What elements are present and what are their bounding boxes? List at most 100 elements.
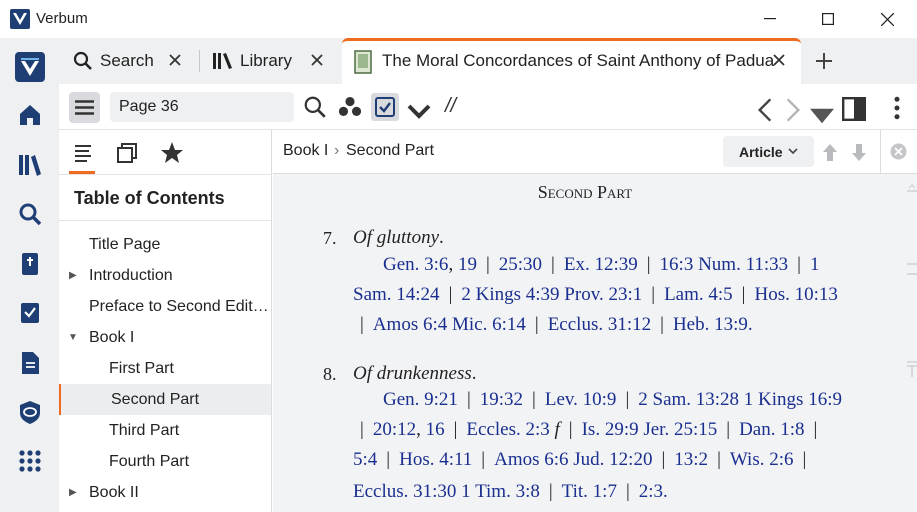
document-icon[interactable] xyxy=(17,350,43,376)
scripture-link[interactable]: 13:2 xyxy=(674,449,708,470)
maximize-button[interactable] xyxy=(799,0,857,38)
toc-item-third-part[interactable]: Third Part xyxy=(59,415,271,446)
entry-title-punct: . xyxy=(471,363,477,384)
star-icon[interactable] xyxy=(159,140,185,166)
scripture-link[interactable]: 25:30 xyxy=(499,254,542,275)
reference-line: Ecclus. 31:30 1 Tim. 3:8 | Tit. 1:7 | 2:3. xyxy=(353,481,668,502)
layout-panel-icon[interactable] xyxy=(842,97,866,121)
close-icon[interactable] xyxy=(771,52,787,68)
new-tab-plus-icon[interactable] xyxy=(815,52,833,70)
book-icon xyxy=(354,50,372,74)
copies-icon[interactable] xyxy=(114,140,140,166)
scripture-link[interactable]: Hos. 4:11 xyxy=(399,449,472,470)
scripture-link[interactable]: 19:32 xyxy=(480,389,523,410)
scripture-link[interactable]: 1 xyxy=(810,254,820,275)
scripture-link[interactable]: 20:12 xyxy=(373,419,416,440)
history-dropdown-icon[interactable] xyxy=(810,104,834,128)
scripture-link[interactable]: 16 xyxy=(426,419,445,440)
page-reference-input[interactable] xyxy=(110,92,294,122)
scripture-link[interactable]: Gen. 9:21 xyxy=(383,389,458,410)
scripture-link[interactable]: Ex. 12:39 xyxy=(564,254,638,275)
next-section-arrow-icon[interactable] xyxy=(851,143,867,162)
app-window: Verbum Search Library The Moral Concorda… xyxy=(0,0,917,512)
scripture-link[interactable]: 16:3 Num. 11:33 xyxy=(660,254,789,275)
tab-library[interactable]: Library xyxy=(200,38,341,84)
scripture-link[interactable]: Amos 6:4 Mic. 6:14 xyxy=(373,314,526,335)
toc-item-label: Book I xyxy=(89,329,135,346)
visual-filters-icon[interactable] xyxy=(338,95,362,119)
toc-item-book-ii[interactable]: ▶ Book II xyxy=(59,477,271,508)
close-icon[interactable] xyxy=(309,52,325,68)
minimize-button[interactable] xyxy=(741,0,799,38)
panel-menu-button[interactable] xyxy=(69,92,100,123)
parallel-resources-button[interactable]: // xyxy=(445,95,456,118)
toc-item-preface[interactable]: Preface to Second Edit… xyxy=(59,291,271,322)
expand-arrow-icon[interactable]: ▶ xyxy=(69,477,77,508)
close-icon[interactable] xyxy=(167,52,183,68)
toc-item-second-part[interactable]: Second Part xyxy=(59,384,271,415)
left-rail xyxy=(0,38,59,512)
scripture-link[interactable]: Heb. 13:9 xyxy=(673,314,748,335)
scripture-link[interactable]: 5:4 xyxy=(353,449,377,470)
library-rail-icon[interactable] xyxy=(17,152,43,178)
checklist-icon[interactable] xyxy=(17,300,43,326)
breadcrumb-second-part[interactable]: Second Part xyxy=(346,142,434,160)
scripture-link[interactable]: Wis. 2:6 xyxy=(730,449,794,470)
window-title: Verbum xyxy=(36,10,88,27)
apps-grid-icon[interactable] xyxy=(17,448,43,474)
toc-item-label: First Part xyxy=(109,360,174,377)
scripture-link[interactable]: Is. 29:9 Jer. 25:15 xyxy=(582,419,718,440)
hamburger-icon xyxy=(75,100,94,115)
collapse-arrow-icon[interactable]: ▼ xyxy=(68,322,78,353)
scripture-link[interactable]: Amos 6:6 Jud. 12:20 xyxy=(494,449,652,470)
tab-library-label: Library xyxy=(240,51,292,70)
scripture-link[interactable]: Tit. 1:7 xyxy=(562,481,617,502)
more-options-icon[interactable] xyxy=(885,96,909,120)
scripture-link[interactable]: Eccles. 2:3 xyxy=(466,419,549,440)
scripture-link[interactable]: Ecclus. 31:12 xyxy=(548,314,651,335)
search-in-book-icon[interactable] xyxy=(303,95,327,119)
comma: , xyxy=(448,254,458,275)
verbum-home-logo-icon[interactable] xyxy=(15,52,45,82)
toc-header: Table of Contents xyxy=(59,174,272,221)
toc-item-first-part[interactable]: First Part xyxy=(59,353,271,384)
toc-item-book-i[interactable]: ▼ Book I xyxy=(59,322,271,353)
scripture-link[interactable]: Ecclus. 31:30 1 Tim. 3:8 xyxy=(353,481,540,502)
bible-icon[interactable] xyxy=(17,251,43,277)
tab-moral-concordances[interactable]: The Moral Concordances of Saint Anthony … xyxy=(342,38,801,84)
close-window-button[interactable] xyxy=(858,0,916,38)
search-rail-icon[interactable] xyxy=(17,201,43,227)
vertical-scrollbar[interactable] xyxy=(907,174,917,512)
toc-item-introduction[interactable]: ▶ Introduction xyxy=(59,260,271,291)
scripture-link[interactable]: Lam. 4:5 xyxy=(664,284,733,305)
scripture-link[interactable]: Sam. 14:24 xyxy=(353,284,440,305)
clear-circle-icon[interactable] xyxy=(890,143,907,160)
expand-arrow-icon[interactable]: ▶ xyxy=(69,260,77,291)
breadcrumb-separator: › xyxy=(334,142,340,159)
article-mode-label: Article xyxy=(739,143,783,160)
scripture-link[interactable]: 2 Sam. 13:28 1 Kings 16:9 xyxy=(638,389,842,410)
chevron-down-icon[interactable] xyxy=(407,100,431,124)
visual-filter-icon[interactable] xyxy=(17,399,43,425)
scripture-link[interactable]: Lev. 10:9 xyxy=(545,389,617,410)
forward-arrow-icon[interactable] xyxy=(781,98,805,122)
scripture-link[interactable]: Dan. 1:8 xyxy=(739,419,804,440)
reading-plan-button[interactable] xyxy=(371,93,399,121)
previous-section-arrow-icon[interactable] xyxy=(822,143,838,162)
scripture-link[interactable]: 19 xyxy=(458,254,477,275)
contents-list-icon[interactable] xyxy=(71,140,97,166)
scroll-thumb-icon[interactable] xyxy=(907,360,917,378)
scripture-link[interactable]: Gen. 3:6 xyxy=(383,254,448,275)
tab-search[interactable]: Search xyxy=(59,38,199,84)
home-icon[interactable] xyxy=(17,102,43,128)
scripture-link[interactable]: 2 Kings 4:39 Prov. 23:1 xyxy=(461,284,642,305)
toc-item-fourth-part[interactable]: Fourth Part xyxy=(59,446,271,477)
scripture-link[interactable]: Hos. 10:13 xyxy=(754,284,837,305)
scripture-link[interactable]: 2:3 xyxy=(639,481,663,502)
breadcrumb-book-i[interactable]: Book I xyxy=(283,142,328,160)
back-arrow-icon[interactable] xyxy=(753,98,777,122)
toc-title: Table of Contents xyxy=(74,188,225,208)
toc-item-title-page[interactable]: Title Page xyxy=(59,229,271,260)
scroll-up-icon[interactable] xyxy=(907,184,917,192)
article-mode-button[interactable]: Article xyxy=(723,136,814,167)
